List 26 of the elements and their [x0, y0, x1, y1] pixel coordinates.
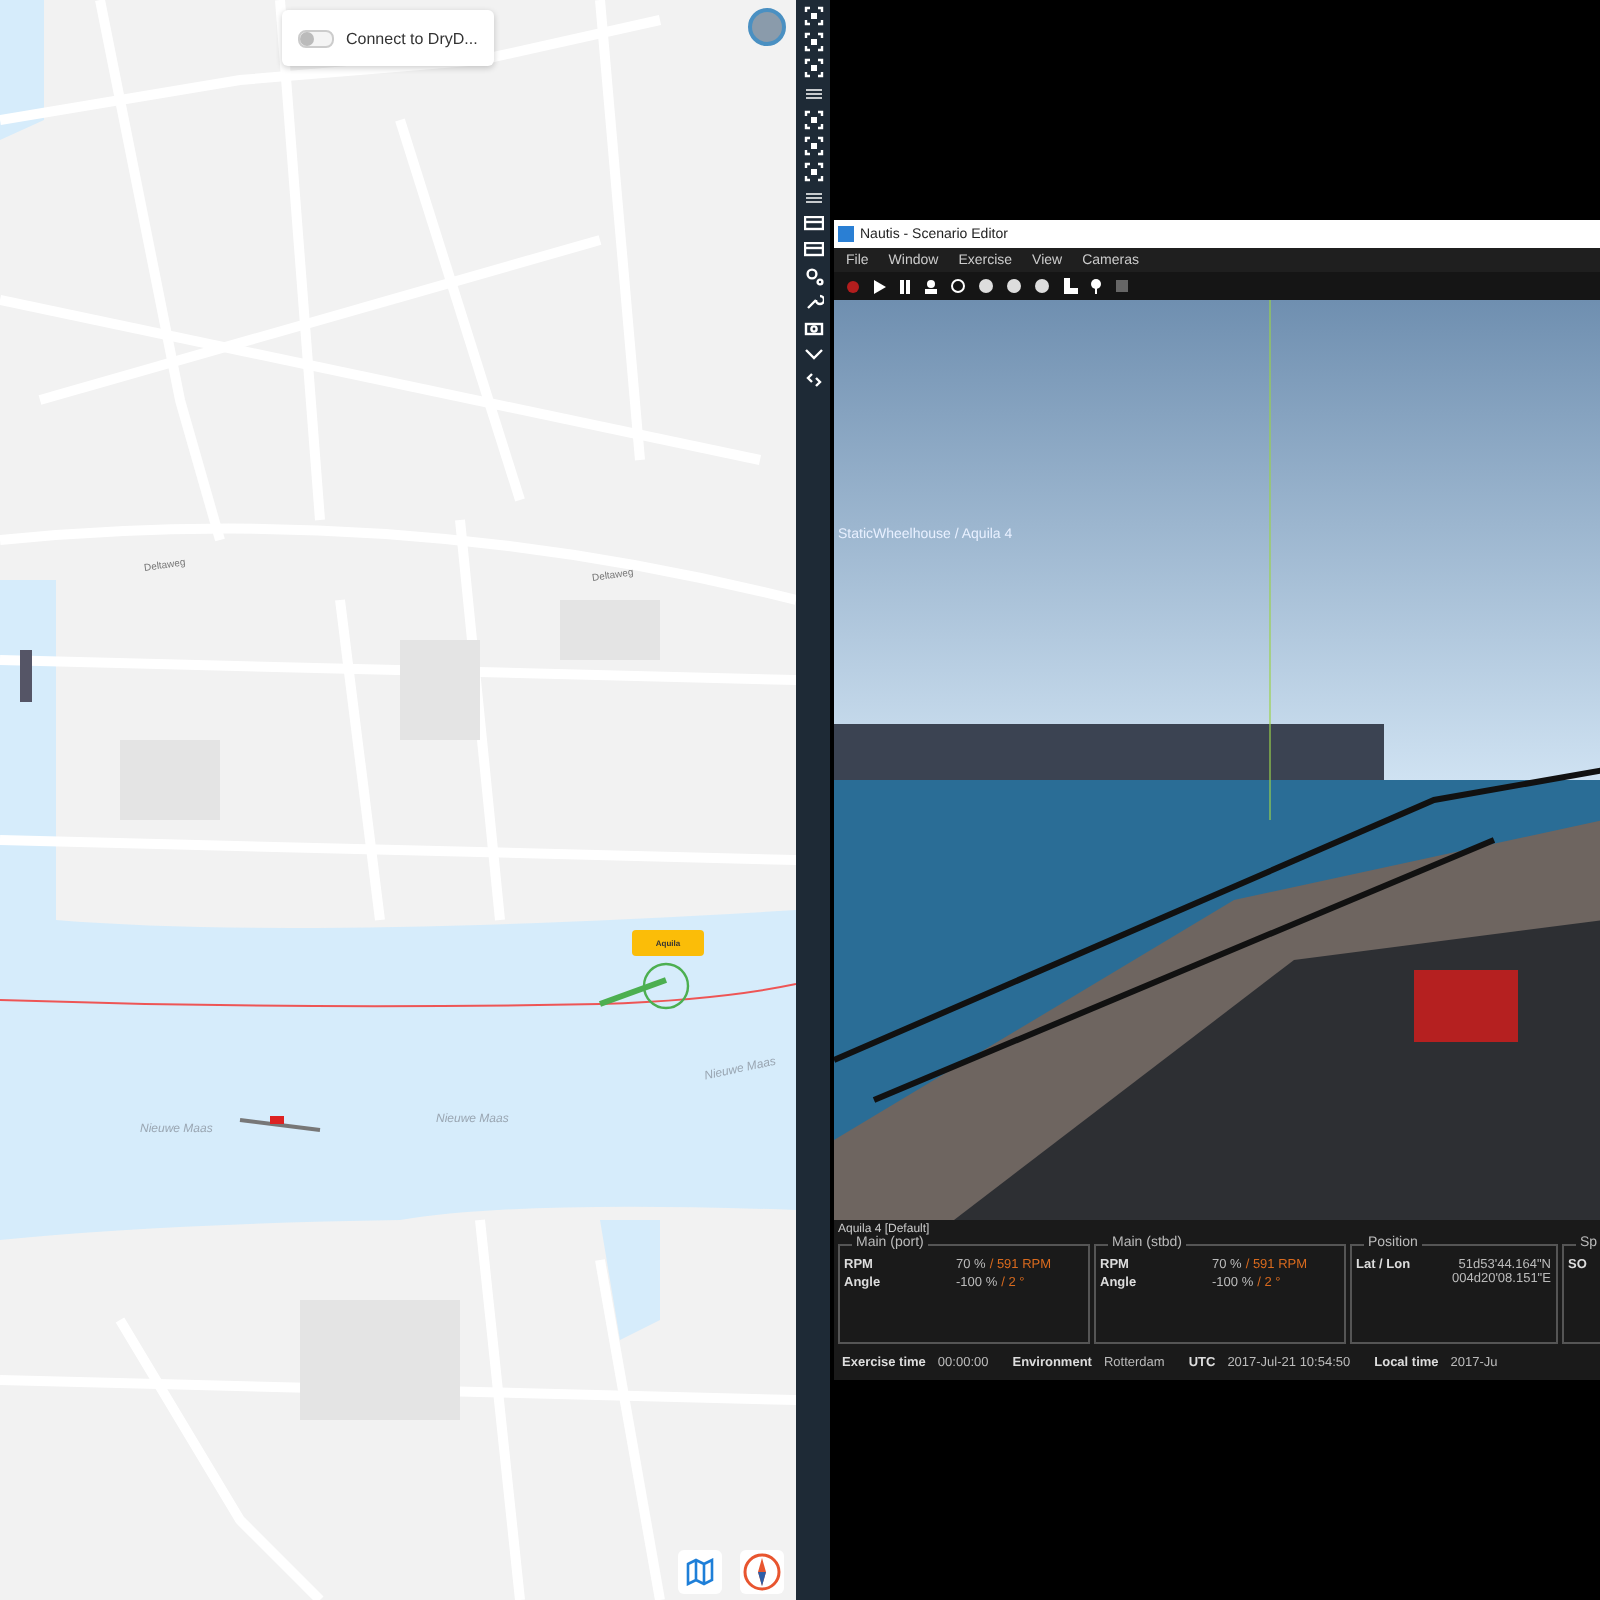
- monitor-icon[interactable]: [803, 215, 823, 231]
- frame-icon[interactable]: [803, 109, 823, 129]
- menu-icon[interactable]: [805, 191, 821, 203]
- person-icon[interactable]: [924, 279, 938, 293]
- record-icon[interactable]: [846, 279, 860, 293]
- compass-button[interactable]: [740, 1550, 784, 1594]
- pin-icon[interactable]: [1090, 278, 1102, 294]
- menu-icon[interactable]: [805, 87, 821, 99]
- frame-icon[interactable]: [803, 57, 823, 77]
- map-icon: [686, 1558, 714, 1586]
- frame-icon[interactable]: [803, 31, 823, 51]
- compass-icon: [742, 1552, 782, 1592]
- play-icon[interactable]: [872, 279, 886, 293]
- settings-icon[interactable]: [803, 265, 823, 285]
- app-icon: [838, 226, 854, 242]
- toggle-label: Connect to DryD...: [346, 29, 478, 47]
- monitor-icon[interactable]: [803, 241, 823, 257]
- map-button[interactable]: [678, 1550, 722, 1594]
- wrench-icon[interactable]: [803, 291, 823, 311]
- frame-icon[interactable]: [803, 5, 823, 25]
- pause-icon[interactable]: [898, 279, 912, 293]
- frame-icon[interactable]: [803, 161, 823, 181]
- chevron-down-icon[interactable]: [803, 347, 823, 359]
- camera-icon[interactable]: [803, 319, 823, 335]
- toggle-switch[interactable]: [298, 29, 334, 47]
- frame-icon[interactable]: [803, 135, 823, 155]
